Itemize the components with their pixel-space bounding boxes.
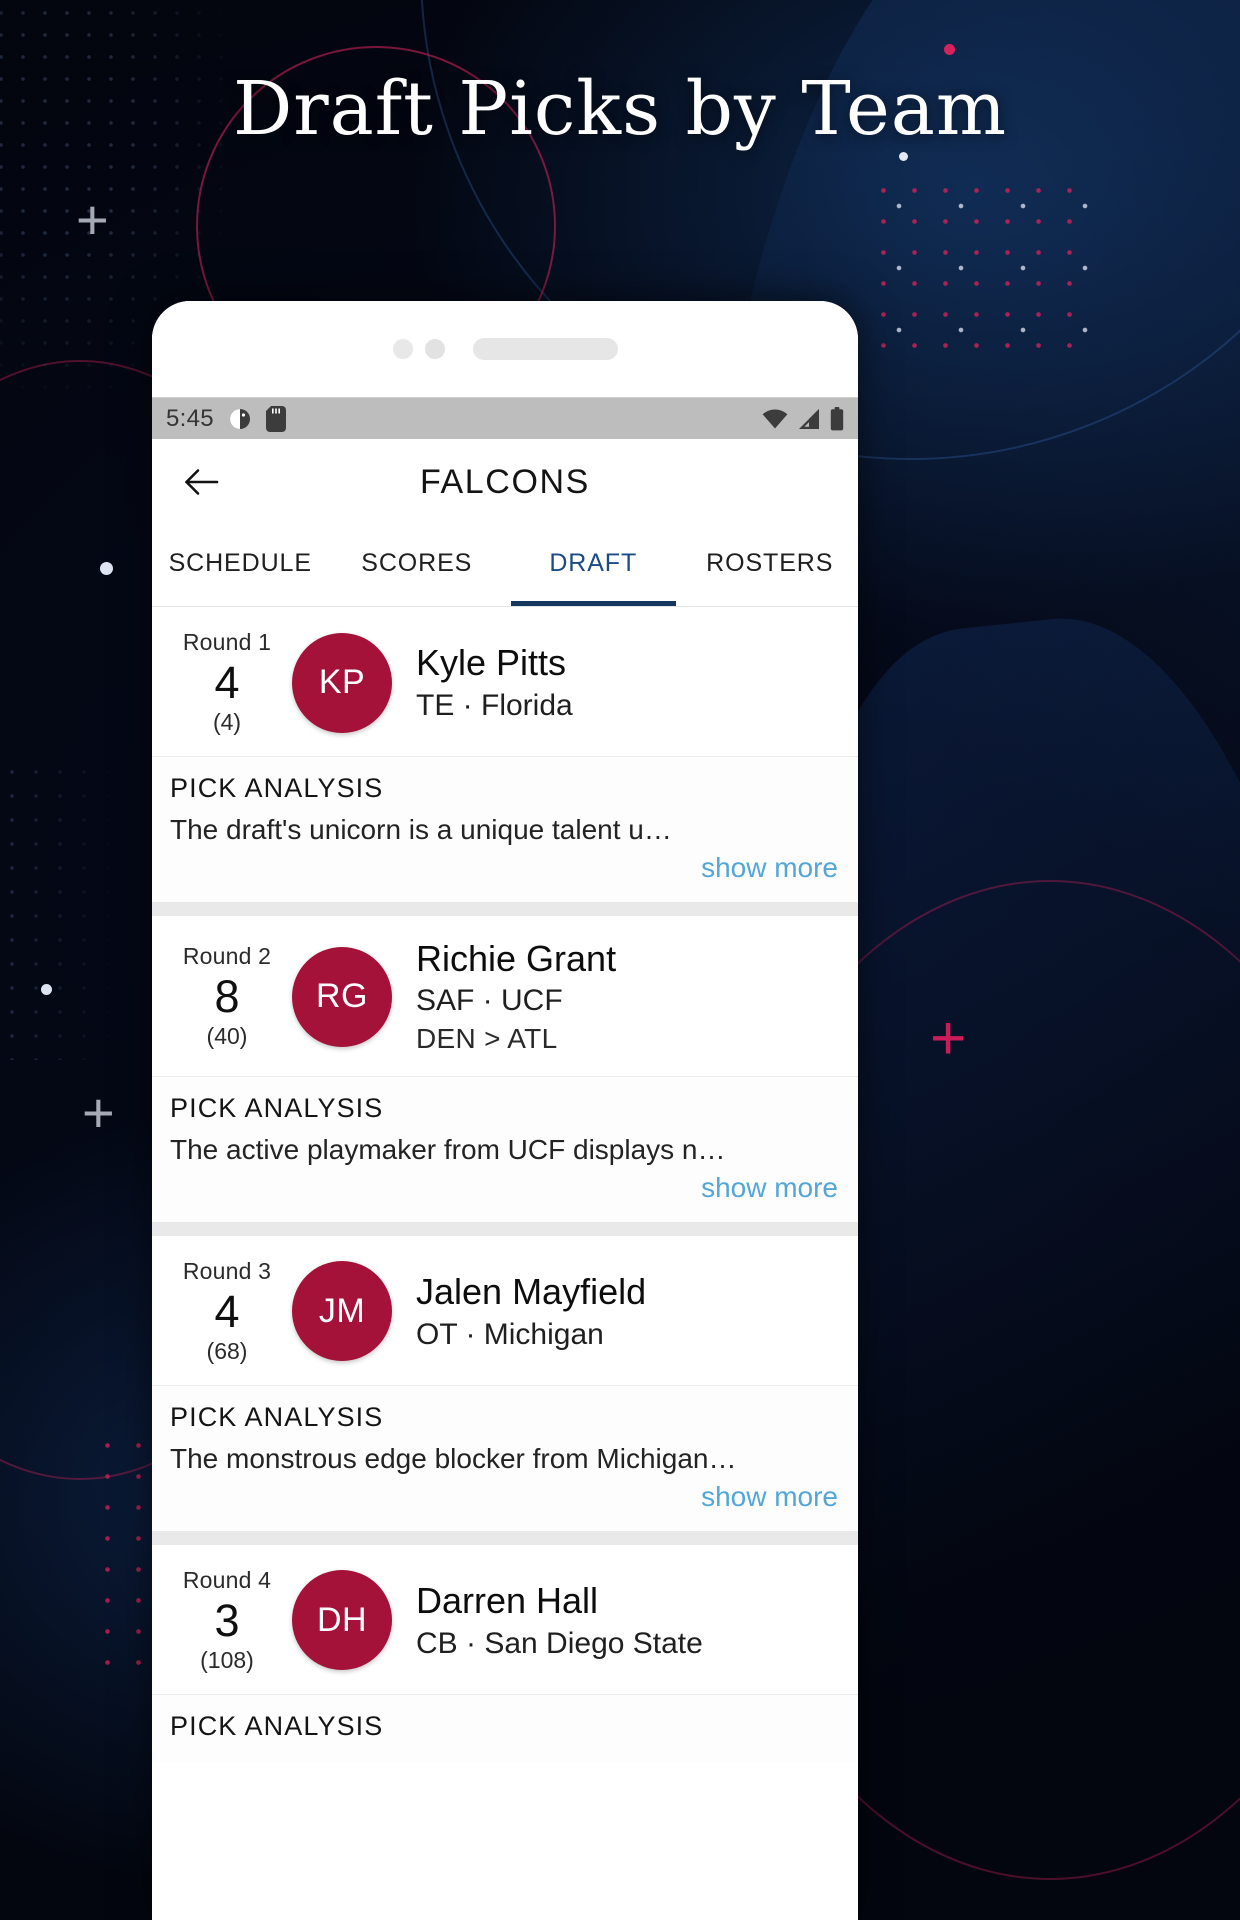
accent-dot-left-lower xyxy=(41,984,52,995)
page-title: Draft Picks by Team xyxy=(232,66,1008,152)
pick-number: 4 xyxy=(214,656,240,708)
pick-round-label: Round 3 xyxy=(182,1257,272,1284)
pick-analysis-label: PICK ANALYSIS xyxy=(170,773,384,803)
player-name: Richie Grant xyxy=(416,938,617,979)
accent-dot-left xyxy=(100,562,113,575)
pick-analysis-label: PICK ANALYSIS xyxy=(170,1092,384,1123)
player-position-college: CB · San Diego State xyxy=(416,1626,703,1660)
status-bar-right xyxy=(762,406,844,431)
draft-pick-card[interactable]: Round 1 4 (4) KP Kyle Pitts TE · Florida… xyxy=(152,607,858,902)
pick-header-row[interactable]: Round 1 4 (4) KP Kyle Pitts TE · Florida xyxy=(152,607,858,757)
tab-bar: SCHEDULE SCORES DRAFT ROSTERS xyxy=(152,525,858,607)
player-name: Jalen Mayfield xyxy=(416,1271,647,1313)
dot-grid-top-right xyxy=(868,175,1098,360)
player-info: Jalen Mayfield OT · Michigan xyxy=(416,1269,842,1353)
pick-number-block: Round 3 4 (68) xyxy=(168,1258,286,1365)
pick-analysis-text: The active playmaker from UCF displays n… xyxy=(170,1133,726,1165)
pick-overall: (40) xyxy=(206,1023,248,1050)
pick-number: 8 xyxy=(214,971,240,1023)
pick-analysis-block: PICK ANALYSIS The monstrous edge blocker… xyxy=(152,1385,858,1531)
dot-grid-mid-left xyxy=(0,760,130,1060)
phone-speaker-area xyxy=(152,301,858,397)
pick-analysis-block: PICK ANALYSIS xyxy=(152,1694,858,1762)
show-more-link[interactable]: show more xyxy=(170,846,840,892)
pick-round-label: Round 1 xyxy=(182,628,272,655)
pick-analysis-text: The monstrous edge blocker from Michigan… xyxy=(170,1442,737,1474)
plus-icon-right-pink: + xyxy=(930,1004,967,1073)
pick-overall: (68) xyxy=(206,1337,248,1364)
wifi-icon xyxy=(762,408,788,430)
sensor-dot-icon xyxy=(424,339,445,359)
pick-analysis-text: The draft's unicorn is a unique talent u… xyxy=(170,814,672,845)
player-info: Richie Grant SAF · UCF DEN > ATL xyxy=(416,936,842,1058)
pick-analysis-block: PICK ANALYSIS The draft's unicorn is a u… xyxy=(152,757,858,902)
draft-pick-card[interactable]: Round 3 4 (68) JM Jalen Mayfield OT · Mi… xyxy=(152,1235,858,1531)
app-bar: FALCONS xyxy=(152,439,858,525)
back-arrow-icon[interactable] xyxy=(178,459,224,505)
tab-schedule[interactable]: SCHEDULE xyxy=(152,525,329,606)
pick-analysis-label: PICK ANALYSIS xyxy=(170,1710,384,1741)
pick-number-block: Round 1 4 (4) xyxy=(168,629,286,736)
tab-rosters[interactable]: ROSTERS xyxy=(682,525,859,606)
player-avatar: KP xyxy=(292,632,392,733)
pick-overall: (4) xyxy=(212,709,242,736)
poster-root: + + + Draft Picks by Team 5:45 FALCONS S… xyxy=(0,0,1240,1920)
draft-pick-card[interactable]: Round 4 3 (108) DH Darren Hall CB · San … xyxy=(152,1544,858,1762)
player-name: Kyle Pitts xyxy=(416,642,567,684)
draft-pick-card[interactable]: Round 2 8 (40) RG Richie Grant SAF · UCF… xyxy=(152,916,858,1222)
camera-dot-icon xyxy=(392,339,413,359)
pick-number-block: Round 4 3 (108) xyxy=(168,1567,286,1674)
player-avatar: DH xyxy=(292,1570,392,1671)
card-divider xyxy=(152,1221,858,1236)
card-divider xyxy=(152,902,858,916)
pick-round-label: Round 4 xyxy=(182,1566,272,1593)
pick-overall: (108) xyxy=(200,1646,254,1673)
pick-header-row[interactable]: Round 3 4 (68) JM Jalen Mayfield OT · Mi… xyxy=(152,1236,858,1386)
player-avatar: RG xyxy=(292,946,392,1047)
show-more-link[interactable]: show more xyxy=(170,1166,840,1212)
player-position-college: OT · Michigan xyxy=(416,1317,604,1351)
player-info: Darren Hall CB · San Diego State xyxy=(416,1578,842,1662)
pick-analysis-block: PICK ANALYSIS The active playmaker from … xyxy=(152,1076,858,1222)
status-bar-clock: 5:45 xyxy=(166,404,214,432)
pick-number-block: Round 2 8 (40) xyxy=(168,943,286,1050)
accent-dot-top-right xyxy=(944,44,955,55)
battery-icon xyxy=(830,406,844,431)
player-position-college: SAF · UCF xyxy=(416,984,563,1018)
status-bar-left: 5:45 xyxy=(166,405,286,433)
pick-analysis-label: PICK ANALYSIS xyxy=(170,1401,384,1432)
player-avatar: JM xyxy=(292,1261,392,1362)
accent-dot-upper-right xyxy=(899,152,908,161)
player-info: Kyle Pitts TE · Florida xyxy=(416,640,842,724)
tab-draft[interactable]: DRAFT xyxy=(505,525,682,606)
card-divider xyxy=(152,1530,858,1545)
player-position-college: TE · Florida xyxy=(416,688,573,722)
phone-mockup: 5:45 FALCONS SCHEDULE SCORES DRAFT ROSTE… xyxy=(152,301,858,1920)
draft-pick-list: Round 1 4 (4) KP Kyle Pitts TE · Florida… xyxy=(152,607,858,1762)
page-header-title: FALCONS xyxy=(420,462,590,501)
dot-grid-top-right-light xyxy=(868,175,1098,360)
pick-number: 3 xyxy=(214,1594,240,1646)
pick-header-row[interactable]: Round 4 3 (108) DH Darren Hall CB · San … xyxy=(152,1545,858,1695)
earpiece-speaker xyxy=(472,338,618,360)
status-bar: 5:45 xyxy=(152,397,858,439)
pick-round-label: Round 2 xyxy=(182,943,272,970)
player-trade-note: DEN > ATL xyxy=(416,1023,558,1055)
do-not-disturb-icon xyxy=(228,407,252,431)
pick-number: 4 xyxy=(214,1285,240,1337)
plus-icon-left-top: + xyxy=(76,188,109,251)
cell-signal-icon xyxy=(797,408,821,430)
plus-icon-left-lower: + xyxy=(82,1081,115,1144)
pick-header-row[interactable]: Round 2 8 (40) RG Richie Grant SAF · UCF… xyxy=(152,916,858,1077)
sd-card-icon xyxy=(265,405,286,432)
tab-scores[interactable]: SCORES xyxy=(329,525,506,606)
show-more-link[interactable]: show more xyxy=(170,1475,840,1521)
player-name: Darren Hall xyxy=(416,1580,599,1622)
